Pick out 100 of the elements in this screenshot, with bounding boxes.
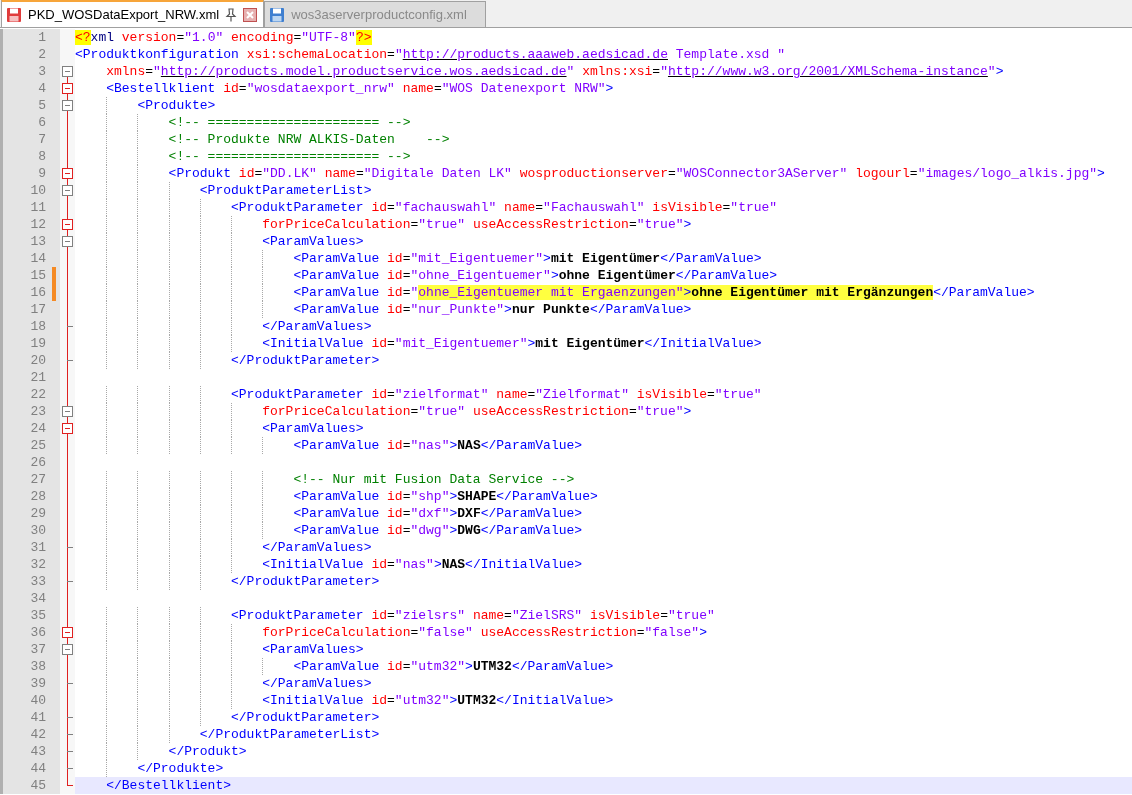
code-line: </ProduktParameter>: [231, 574, 380, 589]
line-number: 13: [29, 233, 47, 250]
line-number: 31: [29, 539, 47, 556]
code-line: <ParamValue id="mit_Eigentuemer">mit Eigentümer</ParamValue>: [293, 251, 762, 266]
line-number: 5: [37, 97, 47, 114]
code-line: <ParamValue id="ohne_Eigentuemer mit Ergaenzungen">ohne Eigentümer mit Ergänzungen</ParamValue>: [293, 285, 1035, 300]
line-number: 10: [29, 182, 47, 199]
code-line: <Produktkonfiguration xsi:schemaLocation="http://products.aaaweb.aedsicad.de Template.xsd ": [75, 47, 785, 62]
code-line: </ProduktParameter>: [231, 353, 380, 368]
code-line: <InitialValue id="mit_Eigentuemer">mit Eigentümer</InitialValue>: [262, 336, 762, 351]
line-number: 21: [29, 369, 47, 386]
code-line: xmlns="http://products.model.productservice.wos.aedsicad.de" xmlns:xsi="http://www.w3.org/2001/XMLSchema-instance">: [106, 64, 1004, 79]
file-tab[interactable]: PKD_WOSDataExport_NRW.xml: [1, 0, 265, 27]
line-number: 12: [29, 216, 47, 233]
code-line: <Bestellklient id="wosdataexport_nrw" name="WOS Datenexport NRW">: [106, 81, 614, 96]
line-number: 29: [29, 505, 47, 522]
line-number: 7: [37, 131, 47, 148]
line-number: 32: [29, 556, 47, 573]
fold-toggle-icon[interactable]: [62, 236, 73, 247]
fold-toggle-icon[interactable]: [62, 627, 73, 638]
code-line: <ProduktParameter id="fachauswahl" name="Fachauswahl" isVisible="true": [231, 200, 778, 215]
code-line: forPriceCalculation="false" useAccessRestriction="false">: [262, 625, 707, 640]
line-number: 36: [29, 624, 47, 641]
code-line: </ProduktParameterList>: [199, 727, 380, 742]
code-line: <ParamValue id="nur_Punkte">nur Punkte</ParamValue>: [293, 302, 692, 317]
line-number: 26: [29, 454, 47, 471]
code-line: <InitialValue id="nas">NAS</InitialValue>: [262, 557, 583, 572]
code-line: <ParamValue id="utm32">UTM32</ParamValue>: [293, 659, 614, 674]
code-line: </Produkt>: [168, 744, 247, 759]
pin-icon[interactable]: [225, 7, 238, 22]
code-line: <InitialValue id="utm32">UTM32</InitialValue>: [262, 693, 614, 708]
code-line: </ParamValues>: [262, 540, 372, 555]
line-number: 30: [29, 522, 47, 539]
code-line: <Produkte>: [137, 98, 216, 113]
line-number: 33: [29, 573, 47, 590]
fold-toggle-icon[interactable]: [62, 100, 73, 111]
line-number: 38: [29, 658, 47, 675]
line-number: 11: [29, 199, 47, 216]
code-line: <ProduktParameterList>: [199, 183, 372, 198]
code-line: <ParamValue id="shp">SHAPE</ParamValue>: [293, 489, 598, 504]
line-number: 4: [37, 80, 47, 97]
line-number: 16: [29, 284, 47, 301]
code-line: </ParamValues>: [262, 676, 372, 691]
code-line: <ParamValue id="dwg">DWG</ParamValue>: [293, 523, 583, 538]
line-number: 22: [29, 386, 47, 403]
code-line: <?xml version="1.0" encoding="UTF-8"?>: [75, 30, 372, 45]
fold-toggle-icon[interactable]: [62, 644, 73, 655]
code-line: <!-- ====================== -->: [168, 149, 411, 164]
code-line: <ParamValues>: [262, 234, 364, 249]
close-icon[interactable]: [243, 7, 258, 22]
fold-toggle-icon[interactable]: [62, 185, 73, 196]
code-line: </ParamValues>: [262, 319, 372, 334]
line-number: 8: [37, 148, 47, 165]
code-line: forPriceCalculation="true" useAccessRestriction="true">: [262, 404, 692, 419]
code-line: <!-- ====================== -->: [168, 115, 411, 130]
code-line: <ParamValues>: [262, 421, 364, 436]
tab-label: wos3aserverproductconfig.xml: [291, 7, 467, 22]
code-line: </Produkte>: [137, 761, 224, 776]
fold-toggle-icon[interactable]: [62, 66, 73, 77]
line-number: 3: [37, 63, 47, 80]
line-number: 1: [37, 29, 47, 46]
code-line: <ParamValue id="ohne_Eigentuemer">ohne Eigentümer</ParamValue>: [293, 268, 778, 283]
line-number: 35: [29, 607, 47, 624]
line-number: 41: [29, 709, 47, 726]
tab-label: PKD_WOSDataExport_NRW.xml: [28, 7, 220, 22]
line-number: 2: [37, 46, 47, 63]
code-line: <ParamValue id="nas">NAS</ParamValue>: [293, 438, 583, 453]
line-number: 19: [29, 335, 47, 352]
code-line: <ParamValue id="dxf">DXF</ParamValue>: [293, 506, 583, 521]
line-number: 15: [29, 267, 47, 284]
line-number: 23: [29, 403, 47, 420]
line-number: 34: [29, 590, 47, 607]
line-number: 27: [29, 471, 47, 488]
fold-toggle-icon[interactable]: [62, 168, 73, 179]
code-line: <ParamValues>: [262, 642, 364, 657]
code-line: <ProduktParameter id="zielformat" name="Zielformat" isVisible="true": [231, 387, 762, 402]
line-number: 28: [29, 488, 47, 505]
code-line: <ProduktParameter id="zielsrs" name="ZielSRS" isVisible="true": [231, 608, 715, 623]
line-number: 40: [29, 692, 47, 709]
fold-toggle-icon[interactable]: [62, 219, 73, 230]
line-number: 45: [29, 777, 47, 794]
line-number: 43: [29, 743, 47, 760]
line-number: 24: [29, 420, 47, 437]
line-number: 18: [29, 318, 47, 335]
code-line: forPriceCalculation="true" useAccessRestriction="true">: [262, 217, 692, 232]
code-line: </Bestellklient>: [106, 778, 232, 793]
line-number: 44: [29, 760, 47, 777]
line-number: 42: [29, 726, 47, 743]
line-number: 39: [29, 675, 47, 692]
code-line: <!-- Nur mit Fusion Data Service -->: [293, 472, 575, 487]
line-number: 37: [29, 641, 47, 658]
fold-toggle-icon[interactable]: [62, 423, 73, 434]
code-line: </ProduktParameter>: [231, 710, 380, 725]
line-number: 25: [29, 437, 47, 454]
code-line: <!-- Produkte NRW ALKIS-Daten -->: [168, 132, 450, 147]
line-number: 20: [29, 352, 47, 369]
line-number: 14: [29, 250, 47, 267]
line-number: 6: [37, 114, 47, 131]
fold-toggle-icon[interactable]: [62, 406, 73, 417]
fold-toggle-icon[interactable]: [62, 83, 73, 94]
